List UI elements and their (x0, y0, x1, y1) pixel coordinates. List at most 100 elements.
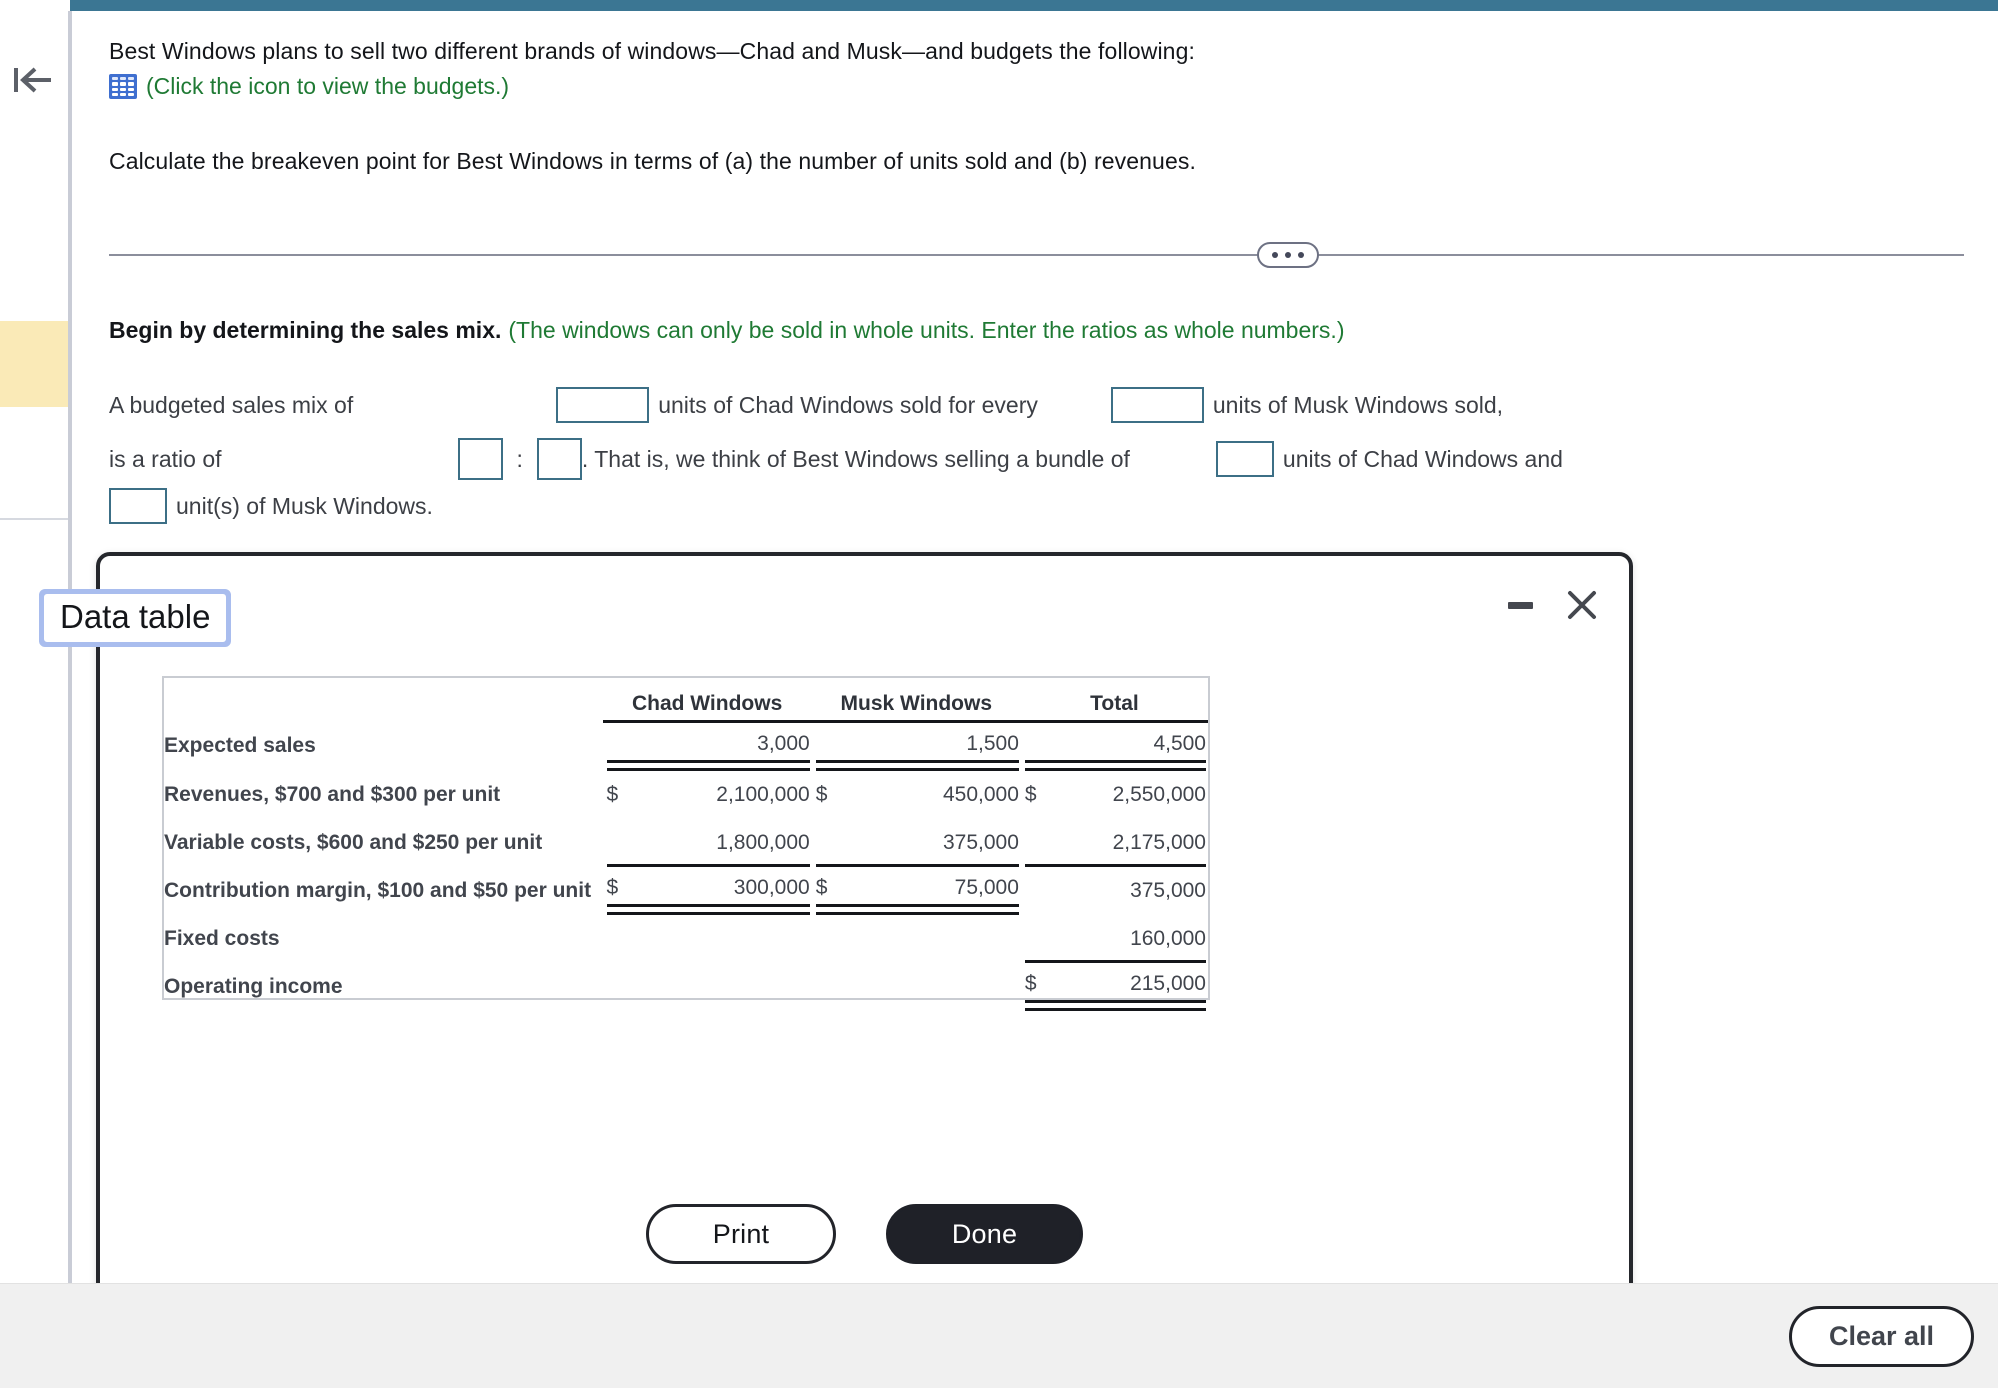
sales-mix-prompt-bold: Begin by determining the sales mix. (109, 317, 502, 343)
ratio-left-input[interactable] (457, 438, 503, 480)
minimize-icon[interactable] (1505, 590, 1535, 620)
cell-musk-2: 375,000 (812, 819, 1021, 867)
cell-chad-1-value: 2,100,000 (716, 783, 810, 806)
close-icon[interactable] (1565, 588, 1599, 622)
cell-chad-3-value: 300,000 (733, 876, 810, 899)
cell-total-4-value: 160,000 (1130, 927, 1206, 950)
dot-2 (1285, 252, 1291, 258)
bottom-toolbar: Clear all (0, 1283, 1998, 1388)
cell-musk-2-value: 375,000 (942, 831, 1019, 854)
bundle-musk-input[interactable] (109, 488, 167, 524)
line2-text-b: . That is, we think of Best Windows sell… (581, 445, 1130, 472)
expand-ellipsis-button[interactable] (1257, 242, 1319, 268)
ratio-right-input[interactable] (536, 438, 582, 480)
cell-chad-4 (603, 915, 812, 963)
table-row: Revenues, $700 and $300 per unit $2,100,0… (164, 771, 1208, 819)
line2-text-a: is a ratio of (109, 445, 222, 472)
sales-mix-prompt-note: (The windows can only be sold in whole u… (508, 317, 1345, 343)
top-accent-bar (70, 0, 1998, 11)
cell-musk-4 (812, 915, 1021, 963)
table-row: Operating income $215,000 (164, 963, 1208, 1011)
collapse-left-icon[interactable] (8, 59, 58, 101)
view-budgets-link[interactable]: (Click the icon to view the budgets.) (146, 73, 509, 100)
line2-text-c: units of Chad Windows and (1282, 445, 1563, 472)
sidebar-highlight-band (0, 321, 68, 407)
line1-text-a: A budgeted sales mix of (109, 391, 354, 418)
cell-musk-0: 1,500 (812, 722, 1021, 771)
sidebar-divider (0, 518, 68, 520)
sales-mix-line-1: A budgeted sales mix of units of Chad Wi… (109, 387, 1503, 423)
cell-chad-2: 1,800,000 (603, 819, 812, 867)
cell-musk-1-value: 450,000 (942, 783, 1019, 806)
cell-musk-3-currency: $ (815, 876, 828, 899)
rule-double-2 (606, 904, 810, 907)
cell-total-2: 2,175,000 (1021, 819, 1208, 867)
cell-musk-3: $75,000 (812, 867, 1021, 915)
table-header-row: Chad Windows Musk Windows Total (164, 678, 1208, 723)
dot-1 (1272, 252, 1278, 258)
col-header-chad: Chad Windows (602, 678, 812, 723)
modal-title: Data table (38, 589, 232, 647)
rule-double-1 (1024, 1008, 1206, 1011)
problem-paragraph-1: Best Windows plans to sell two different… (109, 38, 1195, 64)
cell-chad-2-value: 1,800,000 (716, 831, 810, 854)
done-button[interactable]: Done (886, 1204, 1083, 1264)
chad-units-input[interactable] (556, 387, 650, 423)
clear-all-button[interactable]: Clear all (1789, 1306, 1974, 1367)
budget-table: Chad Windows Musk Windows Total Expected… (164, 678, 1208, 1011)
cell-musk-0-value: 1,500 (966, 732, 1019, 755)
rule-double-2 (606, 760, 810, 763)
cell-total-5: $215,000 (1021, 963, 1208, 1011)
table-row: Fixed costs 160,000 (164, 915, 1208, 963)
cell-chad-3-currency: $ (606, 876, 619, 899)
left-sidebar (0, 11, 70, 1283)
divider-line (109, 254, 1964, 256)
print-button[interactable]: Print (646, 1204, 836, 1264)
cell-total-5-currency: $ (1024, 972, 1037, 995)
table-row: Expected sales 3,000 1,500 4,500 (164, 722, 1208, 771)
section-divider (109, 242, 1964, 268)
ratio-colon: : (516, 445, 523, 472)
cell-musk-5 (812, 963, 1021, 1011)
rule-double-2 (815, 760, 1019, 763)
dot-3 (1298, 252, 1304, 258)
budget-table-panel: Chad Windows Musk Windows Total Expected… (162, 676, 1210, 1011)
musk-units-input[interactable] (1110, 387, 1204, 423)
row-label: Fixed costs (164, 927, 280, 950)
sales-mix-line-2: is a ratio of : . That is, we think of B… (109, 438, 1563, 480)
modal-window-controls (1505, 588, 1599, 622)
cell-total-1-currency: $ (1024, 783, 1037, 806)
cell-chad-1-currency: $ (606, 783, 619, 806)
row-label: Expected sales (164, 734, 316, 758)
cell-total-0-value: 4,500 (1153, 732, 1206, 755)
cell-musk-3-value: 75,000 (954, 876, 1019, 899)
budget-icon-line: (Click the icon to view the budgets.) (109, 73, 509, 100)
sales-mix-prompt: Begin by determining the sales mix. (The… (109, 317, 1344, 344)
cell-total-0: 4,500 (1021, 722, 1208, 771)
row-label: Variable costs, $600 and $250 per unit (164, 831, 543, 854)
line3-text-a: unit(s) of Musk Windows. (176, 492, 433, 519)
col-header-total: Total (1020, 678, 1208, 723)
cell-total-1-value: 2,550,000 (1112, 783, 1206, 806)
row-label: Revenues, $700 and $300 per unit (164, 783, 501, 806)
cell-total-2-value: 2,175,000 (1112, 831, 1206, 854)
cell-chad-0-value: 3,000 (757, 732, 810, 755)
row-label: Operating income (164, 975, 343, 998)
row-label: Contribution margin, $100 and $50 per un… (164, 879, 592, 902)
bundle-chad-input[interactable] (1215, 441, 1274, 477)
cell-total-3-value: 375,000 (1130, 879, 1206, 902)
spreadsheet-icon[interactable] (109, 74, 137, 99)
line1-text-c: units of Musk Windows sold, (1212, 391, 1504, 418)
data-table-modal: Chad Windows Musk Windows Total Expected… (96, 552, 1633, 1388)
rule-double-2 (1024, 1000, 1206, 1003)
modal-title-wrap: Data table (38, 589, 232, 647)
col-header-musk: Musk Windows (811, 678, 1021, 723)
col-header-blank (164, 678, 603, 722)
cell-total-1: $2,550,000 (1021, 771, 1208, 819)
cell-total-3: 375,000 (1021, 867, 1208, 915)
rule-double-2 (815, 904, 1019, 907)
problem-paragraph-2: Calculate the breakeven point for Best W… (109, 148, 1196, 174)
line1-text-b: units of Chad Windows sold for every (658, 391, 1038, 418)
sales-mix-line-3: unit(s) of Musk Windows. (109, 488, 433, 524)
modal-action-bar: Print Done (100, 1204, 1629, 1264)
